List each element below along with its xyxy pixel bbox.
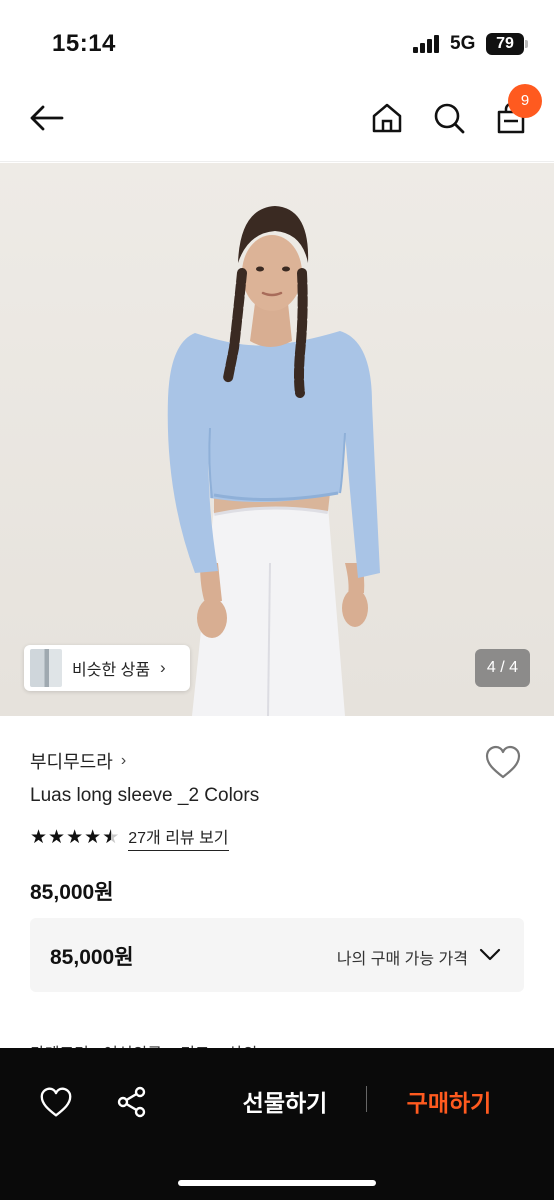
similar-product-thumbnail xyxy=(30,649,62,687)
brand-link[interactable]: 부디무드라 › xyxy=(30,748,126,774)
chevron-right-icon: › xyxy=(120,752,127,769)
star-full-icon: ★ xyxy=(84,826,102,848)
back-arrow-icon xyxy=(30,105,64,131)
star-full-icon: ★ xyxy=(48,826,66,848)
my-price-dropdown[interactable]: 85,000원 나의 구매 가능 가격 xyxy=(30,918,524,992)
product-price: 85,000원 xyxy=(30,881,114,904)
status-bar: 15:14 5G 79 xyxy=(0,0,554,80)
home-icon xyxy=(372,103,402,133)
product-image[interactable]: 비슷한 상품 › 4 / 4 xyxy=(0,163,554,716)
share-button[interactable] xyxy=(110,1080,154,1124)
image-counter: 4 / 4 xyxy=(475,649,530,687)
star-full-icon: ★ xyxy=(30,826,48,848)
signal-icon xyxy=(413,35,441,53)
similar-products-label: 비슷한 상품 xyxy=(72,662,151,679)
home-indicator xyxy=(178,1180,376,1186)
reviews-link[interactable]: 27개 리뷰 보기 xyxy=(128,824,229,851)
star-full-icon: ★ xyxy=(66,826,84,848)
home-button[interactable] xyxy=(365,96,409,140)
network-type: 5G xyxy=(450,33,476,54)
rating-row: ★ ★ ★ ★ ★ 27개 리뷰 보기 xyxy=(30,824,229,851)
search-button[interactable] xyxy=(427,96,471,140)
back-button[interactable] xyxy=(24,96,68,140)
wishlist-button[interactable] xyxy=(34,1080,78,1124)
product-title: Luas long sleeve _2 Colors xyxy=(30,785,260,806)
cart-count-badge: 9 xyxy=(508,84,542,118)
my-price-label: 나의 구매 가능 가격 xyxy=(336,951,468,968)
chevron-down-icon xyxy=(479,948,501,961)
heart-icon xyxy=(40,1087,72,1117)
like-button[interactable] xyxy=(484,744,522,785)
star-half-icon: ★ xyxy=(102,827,119,848)
brand-name: 부디무드라 xyxy=(30,752,113,772)
buy-button[interactable]: 구매하기 xyxy=(374,1084,524,1118)
star-rating: ★ ★ ★ ★ ★ xyxy=(30,826,120,848)
chevron-right-icon: › xyxy=(160,658,166,677)
bottom-action-bar: 선물하기 구매하기 xyxy=(0,1048,554,1200)
search-icon xyxy=(434,103,465,134)
divider xyxy=(366,1086,367,1112)
my-price-value: 85,000원 xyxy=(50,946,134,969)
model-photo xyxy=(167,206,380,716)
gift-button[interactable]: 선물하기 xyxy=(210,1084,360,1118)
similar-products-button[interactable]: 비슷한 상품 › xyxy=(24,645,190,691)
top-nav-bar xyxy=(0,80,554,162)
heart-icon xyxy=(485,745,521,779)
share-icon xyxy=(117,1086,146,1118)
battery-icon: 79 xyxy=(486,33,528,55)
status-time: 15:14 xyxy=(52,30,116,57)
